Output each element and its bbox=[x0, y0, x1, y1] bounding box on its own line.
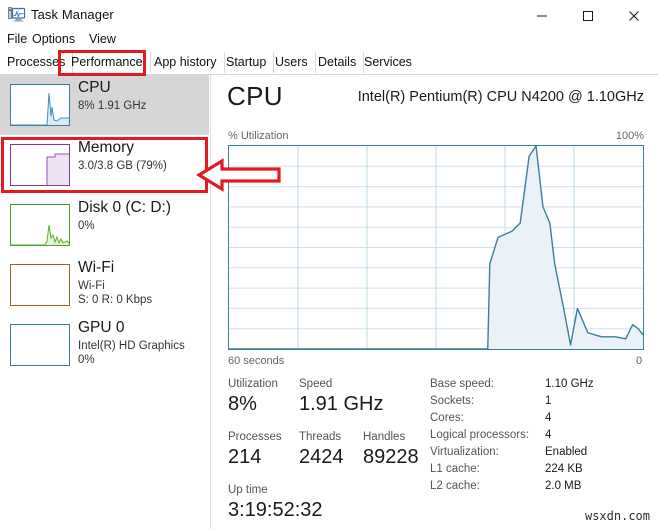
tab-processes[interactable]: Processes bbox=[0, 52, 74, 73]
sidebar-item-gpu0[interactable]: GPU 0 Intel(R) HD Graphics 0% bbox=[0, 315, 209, 387]
stat-label-threads: Threads bbox=[299, 431, 342, 443]
y-axis-label: % Utilization bbox=[228, 130, 289, 142]
info-value: Enabled bbox=[545, 446, 588, 458]
tab-app-history[interactable]: App history bbox=[147, 52, 225, 73]
sidebar-item-memory-sub: 3.0/3.8 GB (79%) bbox=[78, 160, 167, 172]
stat-value-speed: 1.91 GHz bbox=[299, 393, 384, 415]
sidebar-item-cpu[interactable]: CPU 8% 1.91 GHz bbox=[0, 75, 209, 135]
sidebar-item-gpu0-sub1: Intel(R) HD Graphics bbox=[78, 340, 185, 352]
close-icon bbox=[629, 10, 639, 21]
menu-item-options[interactable]: Options bbox=[32, 32, 75, 46]
page-title: CPU bbox=[227, 81, 283, 111]
menu-bar: File Options View bbox=[0, 30, 658, 52]
stat-label-speed: Speed bbox=[299, 378, 333, 390]
sidebar-item-wifi-sub2: S: 0 R: 0 Kbps bbox=[78, 294, 153, 306]
info-key: Base speed: bbox=[430, 378, 494, 390]
stat-label-uptime: Up time bbox=[228, 484, 268, 496]
maximize-button[interactable] bbox=[565, 0, 611, 31]
wifi-thumbnail-graph bbox=[10, 264, 70, 306]
info-row-base-speed: Base speed: 1.10 GHz bbox=[430, 378, 594, 390]
gpu-thumbnail-graph bbox=[10, 324, 70, 366]
watermark: wsxdn.com bbox=[584, 509, 650, 523]
tab-performance[interactable]: Performance bbox=[64, 52, 151, 73]
cpu-utilization-graph[interactable] bbox=[228, 145, 644, 350]
title-bar: Task Manager bbox=[0, 0, 658, 32]
disk-thumbnail-graph bbox=[10, 204, 70, 246]
sidebar-item-wifi-title: Wi-Fi bbox=[78, 259, 115, 276]
stat-value-processes: 214 bbox=[228, 446, 262, 468]
menu-item-view[interactable]: View bbox=[89, 32, 116, 46]
info-row-l1-cache: L1 cache: 224 KB bbox=[430, 463, 583, 475]
stat-value-threads: 2424 bbox=[299, 446, 344, 468]
menu-item-file[interactable]: File bbox=[7, 32, 27, 46]
memory-thumbnail-graph bbox=[10, 144, 70, 186]
sidebar-item-wifi[interactable]: Wi-Fi Wi-Fi S: 0 R: 0 Kbps bbox=[0, 255, 209, 315]
sidebar-item-gpu0-sub2: 0% bbox=[78, 354, 95, 366]
info-key: Cores: bbox=[430, 412, 464, 424]
stat-value-uptime: 3:19:52:32 bbox=[228, 499, 323, 521]
tab-startup[interactable]: Startup bbox=[219, 52, 275, 73]
sidebar-item-gpu0-title: GPU 0 bbox=[78, 319, 125, 336]
sidebar-item-memory[interactable]: Memory 3.0/3.8 GB (79%) bbox=[0, 135, 209, 195]
info-row-virtualization: Virtualization: Enabled bbox=[430, 446, 587, 458]
x-axis-right-label: 0 bbox=[636, 355, 643, 367]
x-axis-left-label: 60 seconds bbox=[228, 355, 285, 367]
stat-label-utilization: Utilization bbox=[228, 378, 278, 390]
performance-detail-panel: CPU Intel(R) Pentium(R) CPU N4200 @ 1.10… bbox=[211, 75, 658, 529]
info-row-cores: Cores: 4 bbox=[430, 412, 551, 424]
stat-value-utilization: 8% bbox=[228, 393, 257, 415]
sidebar-item-cpu-sub: 8% 1.91 GHz bbox=[78, 100, 147, 112]
tab-strip: Processes Performance App history Startu… bbox=[0, 52, 658, 75]
info-value: 224 KB bbox=[545, 463, 583, 475]
window-title: Task Manager bbox=[31, 7, 114, 22]
cpu-thumbnail-graph bbox=[10, 84, 70, 126]
info-value: 2.0 MB bbox=[545, 480, 582, 492]
info-value: 1.10 GHz bbox=[545, 378, 594, 390]
tab-services[interactable]: Services bbox=[357, 52, 419, 73]
info-row-logical-processors: Logical processors: 4 bbox=[430, 429, 551, 441]
sidebar-item-cpu-title: CPU bbox=[78, 79, 111, 96]
y-axis-max-label: 100% bbox=[615, 130, 644, 142]
tab-users[interactable]: Users bbox=[268, 52, 316, 73]
info-key: L1 cache: bbox=[430, 463, 480, 475]
sidebar-item-wifi-sub1: Wi-Fi bbox=[78, 280, 105, 292]
info-value: 1 bbox=[545, 395, 552, 407]
stat-value-handles: 89228 bbox=[363, 446, 419, 468]
info-key: Virtualization: bbox=[430, 446, 499, 458]
sidebar-item-memory-title: Memory bbox=[78, 139, 134, 156]
info-key: L2 cache: bbox=[430, 480, 480, 492]
stat-label-processes: Processes bbox=[228, 431, 282, 443]
maximize-icon bbox=[583, 10, 593, 21]
info-key: Sockets: bbox=[430, 395, 475, 407]
info-key: Logical processors: bbox=[430, 429, 530, 441]
sidebar-item-disk0[interactable]: Disk 0 (C: D:) 0% bbox=[0, 195, 209, 255]
resource-sidebar: CPU 8% 1.91 GHz Memory 3.0/3.8 GB (79%) bbox=[0, 75, 211, 529]
info-row-l2-cache: L2 cache: 2.0 MB bbox=[430, 480, 581, 492]
info-value: 4 bbox=[545, 412, 552, 424]
sidebar-item-disk0-title: Disk 0 (C: D:) bbox=[78, 199, 171, 216]
minimize-icon bbox=[537, 15, 547, 16]
info-row-sockets: Sockets: 1 bbox=[430, 395, 551, 407]
close-button[interactable] bbox=[611, 0, 657, 31]
task-manager-icon bbox=[8, 7, 26, 25]
stat-label-handles: Handles bbox=[363, 431, 406, 443]
cpu-model-label: Intel(R) Pentium(R) CPU N4200 @ 1.10GHz bbox=[357, 89, 644, 105]
sidebar-item-disk0-sub: 0% bbox=[78, 220, 95, 232]
info-value: 4 bbox=[545, 429, 552, 441]
minimize-button[interactable] bbox=[519, 0, 565, 31]
content-area: CPU 8% 1.91 GHz Memory 3.0/3.8 GB (79%) bbox=[0, 75, 658, 529]
cpu-utilization-chart bbox=[229, 145, 644, 350]
memory-annotation-arrow bbox=[196, 158, 281, 192]
